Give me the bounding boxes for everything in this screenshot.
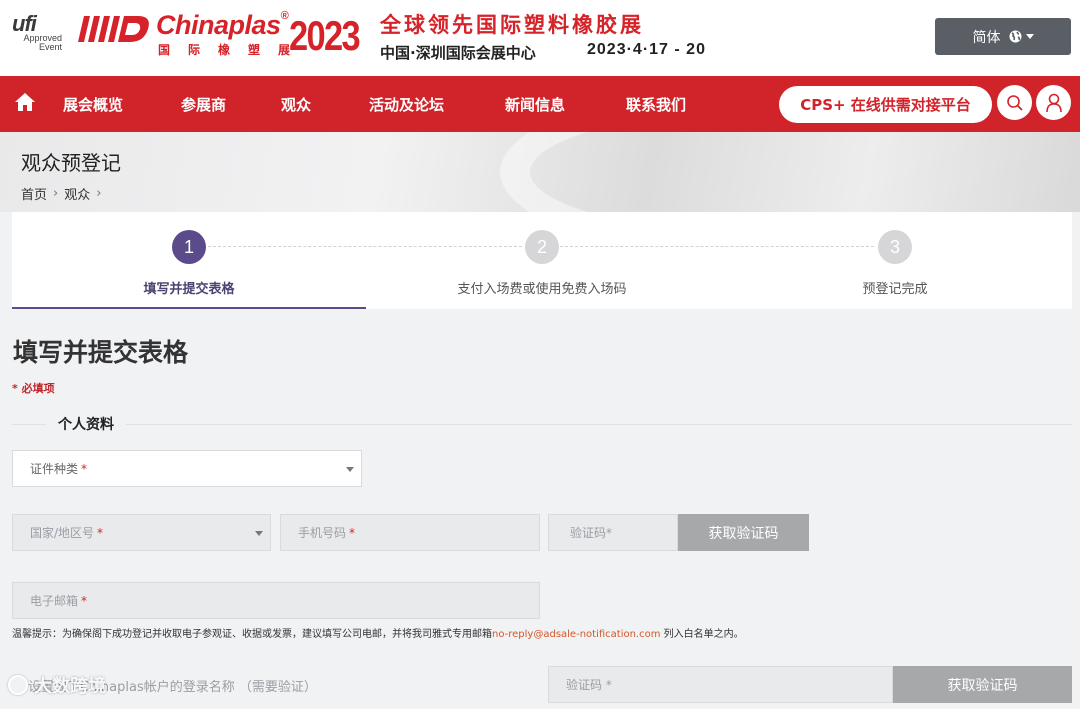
breadcrumb: 首页 › 观众 › (21, 184, 101, 203)
email-tip: 温馨提示：为确保阁下成功登记并收取电子参观证、收据或发票，建议填写公司电邮，并将… (12, 625, 744, 640)
page-title: 观众预登记 (21, 151, 121, 175)
nav-item-contact[interactable]: 联系我们 (626, 94, 686, 115)
email-tip-suffix: 列入白名单之内。 (660, 629, 744, 640)
email-input[interactable]: 电子邮箱 * (12, 582, 540, 619)
step-connector (560, 246, 874, 247)
nav-item-news[interactable]: 新闻信息 (505, 94, 565, 115)
expo-title: 全球领先国际塑料橡胶展 (380, 13, 644, 37)
required-note: * 必填项 (12, 382, 55, 395)
country-code-select[interactable]: 国家/地区号 * (12, 514, 271, 551)
dropdown-arrow-icon (346, 466, 354, 472)
section-divider (12, 424, 1072, 425)
step-3-label: 预登记完成 (862, 282, 928, 297)
nav-item-events[interactable]: 活动及论坛 (369, 94, 444, 115)
sms-code-input[interactable]: 验证码* (548, 514, 678, 551)
ufi-approved-event-logo: ufi Approved Event (12, 11, 62, 58)
chevron-right-icon: › (53, 186, 59, 201)
brand-name: Chinaplas® (156, 10, 289, 41)
watermark-logo-icon (8, 675, 28, 695)
step-2-label: 支付入场费或使用免费入场码 (457, 282, 627, 297)
brand-registered-mark: ® (280, 10, 289, 22)
section-personal-info: 个人资料 (46, 414, 126, 434)
account-button[interactable] (1036, 85, 1071, 120)
step-2-number: 2 (525, 230, 559, 264)
nav-item-exhibitors[interactable]: 参展商 (181, 94, 226, 115)
dropdown-arrow-icon (255, 530, 263, 536)
step-connector (208, 246, 522, 247)
whitelist-email: no-reply@adsale-notification.com (492, 629, 661, 640)
ufi-logo-mark: ufi (12, 11, 37, 36)
ufi-logo-sub2: Event (38, 42, 62, 52)
cps-platform-button[interactable]: CPS+ 在线供需对接平台 (779, 86, 992, 123)
mobile-input[interactable]: 手机号码 * (280, 514, 540, 551)
login-code-input[interactable]: 验证码 * (548, 666, 893, 703)
page-banner (0, 132, 1080, 212)
nav-item-visitors[interactable]: 观众 (281, 94, 311, 115)
search-button[interactable] (997, 85, 1032, 120)
registration-steps: 1 2 3 填写并提交表格 支付入场费或使用免费入场码 预登记完成 (12, 212, 1072, 309)
active-step-indicator (12, 307, 366, 309)
id-type-placeholder: 证件种类 (30, 462, 79, 476)
breadcrumb-visitors[interactable]: 观众 (64, 184, 90, 203)
expo-year: 2023 (289, 12, 361, 59)
required-star: * (97, 525, 104, 540)
required-star: * (81, 593, 88, 608)
nav-item-overview[interactable]: 展会概览 (63, 94, 123, 115)
required-star: * (349, 525, 356, 540)
watermark: 大数跨境 (8, 672, 106, 698)
mobile-placeholder: 手机号码 (298, 526, 347, 540)
globe-icon (1009, 30, 1021, 43)
sms-code-placeholder: 验证码* (570, 526, 613, 540)
brand-chinese-name: 国际橡塑展 (158, 43, 309, 57)
search-icon (1006, 94, 1023, 111)
id-type-select[interactable]: 证件种类 * (12, 450, 362, 487)
breadcrumb-home[interactable]: 首页 (21, 184, 47, 203)
chevron-down-icon (1025, 34, 1034, 39)
expo-date: 2023·4·17 - 20 (587, 41, 706, 58)
expo-venue: 中国·深圳国际会展中心 (380, 44, 536, 62)
required-star: * (81, 461, 88, 476)
step-1-label: 填写并提交表格 (143, 282, 235, 297)
get-sms-code-button[interactable]: 获取验证码 (678, 514, 809, 551)
step-3-number: 3 (878, 230, 912, 264)
get-login-code-button[interactable]: 获取验证码 (893, 666, 1072, 703)
login-code-placeholder: 验证码 * (566, 678, 612, 692)
home-icon[interactable] (14, 91, 36, 113)
email-tip-prefix: 温馨提示：为确保阁下成功登记并收取电子参观证、收据或发票，建议填写公司电邮，并将… (12, 629, 492, 640)
language-label: 简体 (972, 29, 1001, 46)
brand-name-text: Chinaplas (156, 10, 281, 40)
language-selector[interactable]: 简体 (935, 18, 1071, 55)
watermark-text: 大数跨境 (34, 676, 106, 697)
country-code-placeholder: 国家/地区号 (30, 526, 95, 540)
chevron-right-icon: › (96, 186, 102, 201)
email-placeholder: 电子邮箱 (30, 594, 79, 608)
form-title: 填写并提交表格 (13, 338, 189, 367)
chinaplas-slash-logo-icon (78, 16, 149, 42)
banner-decoration (500, 132, 1080, 212)
step-1-number: 1 (172, 230, 206, 264)
user-icon (1045, 93, 1062, 112)
top-header: ufi Approved Event Chinaplas® 国际橡塑展 2023… (0, 0, 1080, 76)
